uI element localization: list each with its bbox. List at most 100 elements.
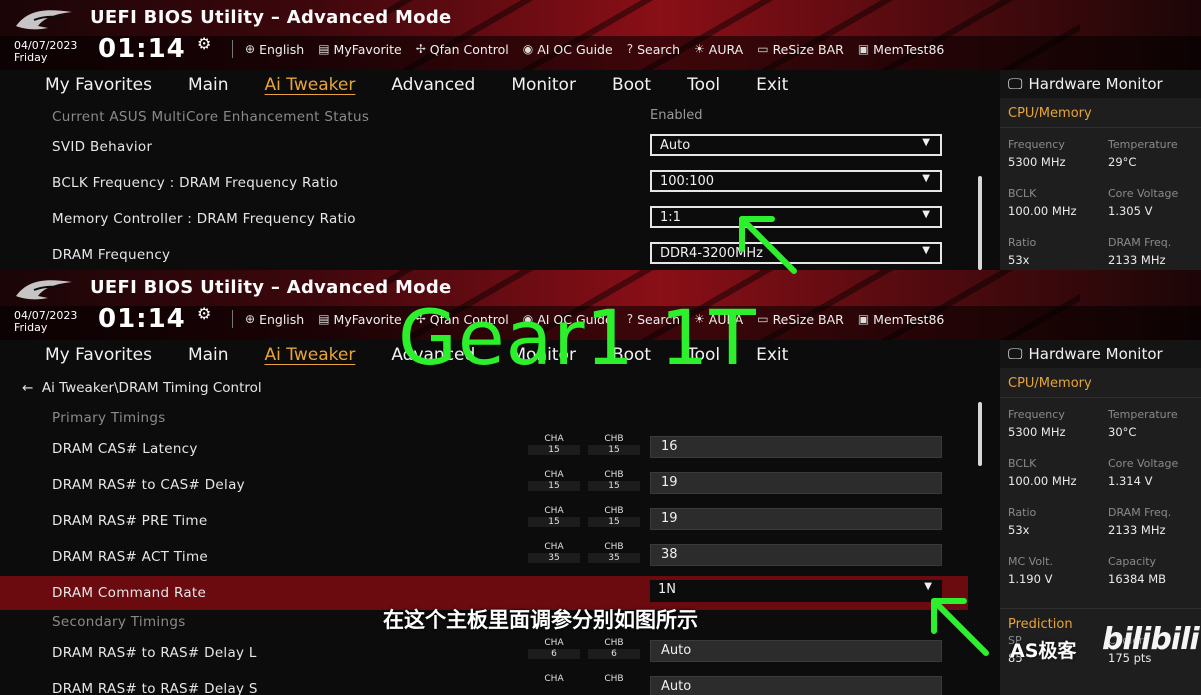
- day-text: Friday: [14, 51, 48, 64]
- toolbar-english[interactable]: ⊕ English: [245, 42, 304, 57]
- cha-readout: CHA: [528, 674, 580, 684]
- tab-tool[interactable]: Tool: [687, 75, 720, 95]
- cha-readout: CHA 15: [528, 434, 580, 455]
- memtest-icon: ▣: [857, 42, 870, 56]
- chevron-down-icon: ▼: [922, 173, 930, 184]
- hw-cell: Frequency 5300 MHz: [1008, 138, 1103, 169]
- toolbar-memtest[interactable]: ▣ MemTest86: [858, 312, 945, 327]
- setting-label: Memory Controller : DRAM Frequency Ratio: [52, 211, 356, 227]
- bclk-ratio-select[interactable]: 100:100 ▼: [650, 170, 942, 192]
- tab-main[interactable]: Main: [188, 345, 229, 365]
- toolbar-memtest[interactable]: ▣ MemTest86: [858, 42, 945, 57]
- cha-label: CHA: [544, 506, 564, 516]
- resize-bar-icon: ▭: [757, 312, 769, 326]
- tab-monitor[interactable]: Monitor: [511, 75, 576, 95]
- globe-icon: ⊕: [245, 312, 256, 326]
- dram-timing-list: ← Ai Tweaker\DRAM Timing Control Primary…: [0, 370, 990, 695]
- day-text: Friday: [14, 321, 48, 334]
- cha-value: 15: [528, 445, 580, 455]
- svid-select[interactable]: Auto ▼: [650, 134, 942, 156]
- toolbar-label: MemTest86: [873, 311, 945, 327]
- cas-latency-input[interactable]: 16: [650, 436, 942, 458]
- toolbar-resize-bar[interactable]: ▭ ReSize BAR: [757, 42, 844, 57]
- rrd-l-input[interactable]: Auto: [650, 640, 942, 662]
- hw-cell: Frequency 5300 MHz: [1008, 408, 1103, 439]
- timing-row-ras-act[interactable]: DRAM RAS# ACT Time CHA 35 CHB 35 38: [0, 540, 968, 574]
- setting-label: DRAM RAS# to RAS# Delay L: [52, 645, 257, 661]
- chb-value: 15: [588, 517, 640, 527]
- tab-advanced[interactable]: Advanced: [391, 75, 475, 95]
- cha-readout: CHA 6: [528, 638, 580, 659]
- hw-value: 29°C: [1108, 155, 1137, 169]
- hw-value: 2133 MHz: [1108, 253, 1166, 267]
- toolbar-label: AURA: [708, 41, 744, 57]
- clock-settings-gear-icon[interactable]: ⚙: [197, 34, 211, 53]
- toolbar-resize-bar[interactable]: ▭ ReSize BAR: [757, 312, 844, 327]
- scrollbar[interactable]: [978, 176, 982, 270]
- hw-cell: Ratio 53x: [1008, 506, 1103, 537]
- back-arrow-icon[interactable]: ←: [22, 380, 33, 396]
- timing-row-rrd-l[interactable]: DRAM RAS# to RAS# Delay L CHA 6 CHB 6 Auto: [0, 636, 968, 670]
- tab-exit[interactable]: Exit: [756, 345, 788, 365]
- tab-ai-tweaker[interactable]: Ai Tweaker: [265, 75, 356, 95]
- monitor-icon: 🖵: [1008, 345, 1023, 363]
- breadcrumb-text: Ai Tweaker\DRAM Timing Control: [41, 380, 262, 396]
- toolbar-english[interactable]: ⊕ English: [245, 312, 304, 327]
- ras-to-cas-input[interactable]: 19: [650, 472, 942, 494]
- rrd-s-input[interactable]: Auto: [650, 676, 942, 695]
- chevron-down-icon: ▼: [922, 137, 930, 148]
- hardware-monitor-title: 🖵 Hardware Monitor: [1000, 340, 1201, 368]
- setting-label: Current ASUS MultiCore Enhancement Statu…: [52, 109, 370, 125]
- hw-value: 1.190 V: [1008, 572, 1053, 586]
- ras-act-input[interactable]: 38: [650, 544, 942, 566]
- timing-row-ras-pre[interactable]: DRAM RAS# PRE Time CHA 15 CHB 15 19: [0, 504, 968, 538]
- chb-label: CHB: [604, 638, 624, 648]
- chb-readout: CHB 15: [588, 434, 640, 455]
- chb-value: 15: [588, 481, 640, 491]
- chb-readout: CHB 6: [588, 638, 640, 659]
- toolbar-qfan[interactable]: ✢ Qfan Control: [416, 42, 509, 57]
- toolbar-myfavorite[interactable]: ▤ MyFavorite: [318, 42, 401, 57]
- clock-settings-gear-icon[interactable]: ⚙: [197, 304, 211, 323]
- tab-my-favorites[interactable]: My Favorites: [45, 345, 152, 365]
- hw-cell: BCLK 100.00 MHz: [1008, 187, 1103, 218]
- setting-row-dram-frequency[interactable]: DRAM Frequency DDR4-3200MHz ▼: [0, 238, 968, 270]
- rog-logo-icon: [16, 280, 72, 300]
- chb-value: 6: [588, 649, 640, 659]
- cha-label: CHA: [544, 638, 564, 648]
- scrollbar[interactable]: [978, 402, 982, 466]
- timing-row-rrd-s[interactable]: DRAM RAS# to RAS# Delay S CHA CHB Auto: [0, 672, 968, 695]
- ras-pre-input[interactable]: 19: [650, 508, 942, 530]
- hw-key: Frequency: [1008, 138, 1065, 151]
- timing-row-ras-to-cas[interactable]: DRAM RAS# to CAS# Delay CHA 15 CHB 15 19: [0, 468, 968, 502]
- toolbar-aura[interactable]: ☀ AURA: [694, 42, 743, 57]
- favorite-icon: ▤: [318, 42, 330, 56]
- tab-my-favorites[interactable]: My Favorites: [45, 75, 152, 95]
- chb-readout: CHB 15: [588, 506, 640, 527]
- toolbar-search[interactable]: ? Search: [627, 42, 680, 57]
- command-rate-select[interactable]: 1N ▼: [650, 580, 942, 602]
- tab-ai-tweaker[interactable]: Ai Tweaker: [265, 345, 356, 365]
- hw-key: DRAM Freq.: [1108, 506, 1172, 519]
- tab-exit[interactable]: Exit: [756, 75, 788, 95]
- toolbar-myfavorite[interactable]: ▤ MyFavorite: [318, 312, 401, 327]
- date-display: 04/07/2023 Friday: [14, 310, 77, 334]
- timing-row-cas-latency[interactable]: DRAM CAS# Latency CHA 15 CHB 15 16: [0, 432, 968, 466]
- toolbar-label: AI OC Guide: [537, 41, 613, 57]
- setting-row-bclk-ratio[interactable]: BCLK Frequency : DRAM Frequency Ratio 10…: [0, 166, 968, 200]
- setting-row-mc-ratio[interactable]: Memory Controller : DRAM Frequency Ratio…: [0, 202, 968, 236]
- breadcrumb[interactable]: ← Ai Tweaker\DRAM Timing Control: [22, 380, 262, 396]
- toolbar-ai-oc-guide[interactable]: ◉ AI OC Guide: [523, 42, 613, 57]
- toolbar-label: English: [259, 41, 305, 57]
- hw-value: 16384 MB: [1108, 572, 1167, 586]
- toolbar-label: ReSize BAR: [772, 41, 844, 57]
- setting-label: BCLK Frequency : DRAM Frequency Ratio: [52, 175, 339, 191]
- select-value: 1N: [658, 582, 676, 597]
- chb-label: CHB: [604, 506, 624, 516]
- hw-key: Frequency: [1008, 408, 1065, 421]
- hw-value: 5300 MHz: [1008, 425, 1066, 439]
- setting-row-svid[interactable]: SVID Behavior Auto ▼: [0, 130, 968, 164]
- tab-boot[interactable]: Boot: [612, 75, 651, 95]
- hw-value: 100.00 MHz: [1008, 474, 1077, 488]
- tab-main[interactable]: Main: [188, 75, 229, 95]
